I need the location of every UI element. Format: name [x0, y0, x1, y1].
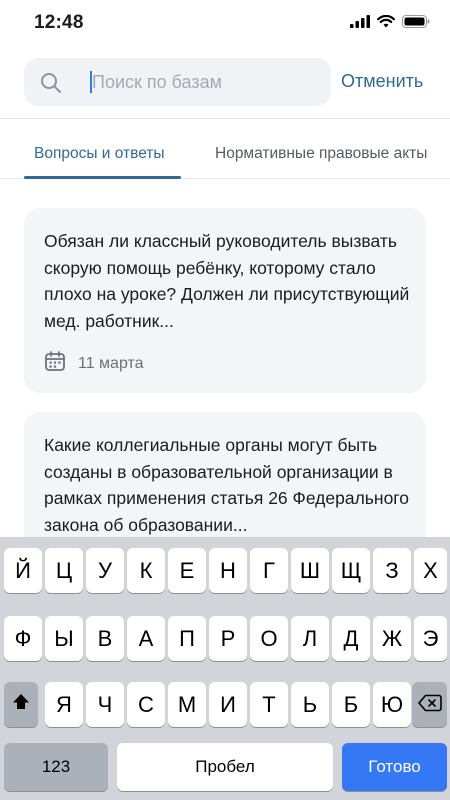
key[interactable]: О: [250, 616, 288, 661]
status-time: 12:48: [34, 12, 84, 33]
tab-bar: Вопросы и ответы Нормативные правовые ак…: [0, 118, 450, 179]
key[interactable]: Я: [45, 682, 83, 727]
key[interactable]: К: [127, 548, 165, 593]
key[interactable]: Ь: [291, 682, 329, 727]
key[interactable]: Б: [332, 682, 370, 727]
result-text: Какие коллегиальные органы могут быть со…: [44, 435, 410, 535]
key[interactable]: Ф: [4, 616, 42, 661]
keyboard: Й Ц У К Е Н Г Ш Щ З Х Ф Ы В А П Р О Л Д …: [0, 537, 450, 800]
status-icons: [350, 14, 430, 33]
key[interactable]: А: [127, 616, 165, 661]
key[interactable]: Е: [168, 548, 206, 593]
key[interactable]: У: [86, 548, 124, 593]
key[interactable]: Э: [414, 616, 447, 661]
key[interactable]: Д: [332, 616, 370, 661]
numbers-key[interactable]: 123: [4, 743, 108, 791]
result-card[interactable]: Обязан ли классный руководитель вызвать …: [24, 208, 426, 393]
result-date: 11 марта: [44, 350, 144, 377]
search-icon: [40, 72, 62, 99]
backspace-icon: [417, 692, 442, 718]
key[interactable]: Ш: [291, 548, 329, 593]
tab-questions-answers[interactable]: Вопросы и ответы: [34, 145, 165, 163]
key[interactable]: Ж: [373, 616, 411, 661]
active-tab-indicator: [24, 176, 181, 179]
key[interactable]: Т: [250, 682, 288, 727]
signal-icon: [350, 15, 370, 33]
battery-icon: [402, 15, 430, 33]
key[interactable]: С: [127, 682, 165, 727]
key[interactable]: В: [86, 616, 124, 661]
key[interactable]: Ч: [86, 682, 124, 727]
key[interactable]: Р: [209, 616, 247, 661]
key[interactable]: Щ: [332, 548, 370, 593]
key[interactable]: З: [373, 548, 411, 593]
key[interactable]: Й: [4, 548, 42, 593]
wifi-icon: [377, 14, 395, 33]
calendar-icon: [44, 350, 66, 377]
key[interactable]: М: [168, 682, 206, 727]
key[interactable]: Н: [209, 548, 247, 593]
done-key[interactable]: Готово: [342, 743, 447, 791]
backspace-key[interactable]: [412, 682, 447, 727]
key[interactable]: Ю: [373, 682, 411, 727]
key[interactable]: Х: [414, 548, 447, 593]
search-field[interactable]: [24, 58, 331, 106]
cancel-button[interactable]: Отменить: [341, 71, 423, 92]
space-key[interactable]: Пробел: [117, 743, 333, 791]
shift-icon: [11, 692, 31, 718]
result-text: Обязан ли классный руководитель вызвать …: [44, 231, 410, 331]
date-label: 11 марта: [78, 354, 144, 372]
key[interactable]: Г: [250, 548, 288, 593]
key[interactable]: Ы: [45, 616, 83, 661]
shift-key[interactable]: [4, 682, 38, 727]
search-row: Отменить: [0, 58, 450, 108]
tab-normative-acts[interactable]: Нормативные правовые акты: [215, 145, 427, 163]
status-bar: 12:48: [0, 0, 450, 48]
search-input[interactable]: [92, 58, 322, 106]
key[interactable]: Л: [291, 616, 329, 661]
key[interactable]: П: [168, 616, 206, 661]
key[interactable]: Ц: [45, 548, 83, 593]
key[interactable]: И: [209, 682, 247, 727]
